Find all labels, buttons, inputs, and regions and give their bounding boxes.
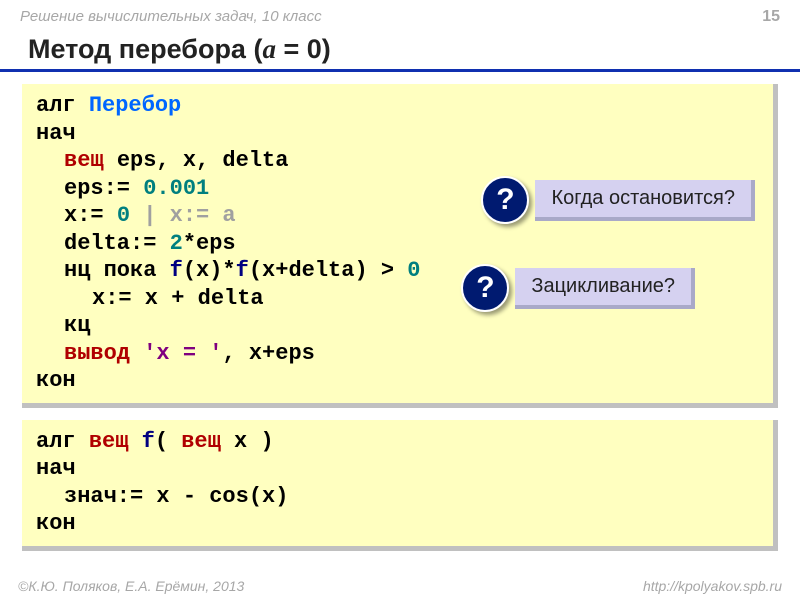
kw-endloop: кц bbox=[64, 312, 90, 340]
kw-end: кон bbox=[36, 368, 76, 393]
num-zero-2: 0 bbox=[407, 258, 420, 283]
kw-alg: алг bbox=[36, 93, 89, 118]
kw-begin2: нач bbox=[36, 456, 76, 481]
param-type: вещ bbox=[181, 429, 234, 454]
title-variable: a bbox=[262, 34, 276, 64]
question-icon: ? bbox=[481, 176, 529, 224]
fn-f2: f bbox=[236, 258, 249, 283]
param-rest: x ) bbox=[234, 429, 274, 454]
page-number: 15 bbox=[762, 8, 780, 26]
assign-delta: delta:= bbox=[64, 231, 170, 256]
assign-eps: eps:= bbox=[64, 176, 143, 201]
kw-begin: нач bbox=[36, 121, 76, 146]
kw-while: нц пока bbox=[64, 258, 170, 283]
slide-header: Решение вычислительных задач, 10 класс 1… bbox=[0, 0, 800, 30]
kw-type: вещ bbox=[64, 148, 117, 173]
title-suffix: = 0) bbox=[276, 34, 331, 64]
times-eps: *eps bbox=[183, 231, 236, 256]
paren-open: ( bbox=[155, 429, 181, 454]
authors-text: К.Ю. Поляков, Е.А. Ерёмин, 2013 bbox=[28, 578, 244, 594]
question-icon: ? bbox=[461, 264, 509, 312]
code-block-func: алг вещ f( вещ x ) нач знач:= x - cos(x)… bbox=[22, 420, 778, 551]
out-expr: , x+eps bbox=[222, 341, 314, 366]
fn-f1: f bbox=[170, 258, 183, 283]
fn-name: f bbox=[142, 429, 155, 454]
cond-mid: (x)* bbox=[183, 258, 236, 283]
title-prefix: Метод перебора ( bbox=[28, 34, 262, 64]
slide-title: Метод перебора (a = 0) bbox=[0, 30, 800, 72]
code-block-main: алг Перебор нач вещ eps, x, delta eps:= … bbox=[22, 84, 778, 408]
authors: ©К.Ю. Поляков, Е.А. Ерёмин, 2013 bbox=[18, 578, 244, 594]
callout-text-1: Когда остановится? bbox=[535, 180, 755, 221]
slide-footer: ©К.Ю. Поляков, Е.А. Ерёмин, 2013 http://… bbox=[0, 578, 800, 594]
cond-end: (x+delta) > bbox=[249, 258, 407, 283]
footer-url: http://kpolyakov.spb.ru bbox=[643, 578, 782, 594]
alg-name: Перебор bbox=[89, 93, 181, 118]
comment-xa: | x:= a bbox=[130, 203, 236, 228]
loop-body: x:= x + delta bbox=[92, 285, 264, 313]
num-two: 2 bbox=[170, 231, 183, 256]
num-zero: 0 bbox=[117, 203, 130, 228]
callout-text-2: Зацикливание? bbox=[515, 268, 695, 309]
callout-stop: ? Когда остановится? bbox=[481, 176, 755, 224]
fn-body: знач:= x - cos(x) bbox=[64, 483, 288, 511]
course-name: Решение вычислительных задач, 10 класс bbox=[20, 8, 322, 26]
kw-alg2: алг bbox=[36, 429, 89, 454]
num-eps: 0.001 bbox=[143, 176, 209, 201]
ret-type: вещ bbox=[89, 429, 142, 454]
assign-x: x:= bbox=[64, 203, 117, 228]
callout-loop: ? Зацикливание? bbox=[461, 264, 695, 312]
kw-end2: кон bbox=[36, 511, 76, 536]
kw-output: вывод bbox=[64, 341, 143, 366]
var-decl: eps, x, delta bbox=[117, 148, 289, 173]
out-string: 'x = ' bbox=[143, 341, 222, 366]
